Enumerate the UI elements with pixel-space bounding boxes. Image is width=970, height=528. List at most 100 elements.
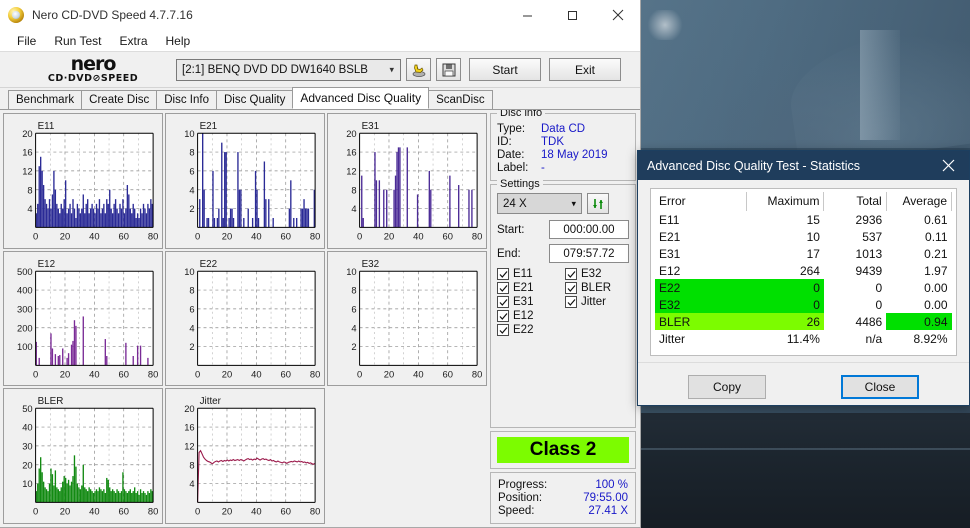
check-mark-icon (497, 296, 509, 308)
minimize-button[interactable] (505, 0, 550, 30)
side-panel: Disc info Type: Data CD ID: TDK Date: 18… (490, 110, 636, 524)
column-header-average: Average (886, 192, 953, 211)
checkbox-e11[interactable]: E11 (497, 268, 561, 280)
tab-create-disc[interactable]: Create Disc (81, 90, 158, 109)
cell-total: 0 (875, 280, 883, 295)
svg-text:0: 0 (195, 369, 200, 380)
checkbox-e31[interactable]: E31 (497, 296, 561, 308)
svg-text:8: 8 (351, 185, 356, 196)
cell-error: E31 (659, 246, 681, 261)
checkbox-label: BLER (581, 282, 612, 294)
title-bar: Nero CD-DVD Speed 4.7.7.16 (0, 0, 640, 30)
svg-text:10: 10 (184, 266, 194, 277)
checkbox-e22[interactable]: E22 (497, 324, 561, 336)
statistics-body: Error Maximum Total Average E11 15 2936 0.6… (638, 180, 969, 356)
chart-e22: 2 4 6 8 10 0 20 40 60 80 E22 (165, 250, 325, 387)
maximize-button[interactable] (550, 0, 595, 30)
chart-e12: 100 200 300 400 500 0 20 40 60 80 E12 (3, 250, 163, 387)
speed-select[interactable]: 24 X ▾ (497, 193, 582, 214)
svg-text:60: 60 (119, 369, 129, 380)
refresh-button[interactable] (587, 193, 609, 214)
copy-button[interactable]: Copy (688, 374, 766, 399)
svg-text:8: 8 (189, 461, 194, 472)
tab-disc-info[interactable]: Disc Info (156, 90, 217, 109)
checkbox-jitter[interactable]: Jitter (565, 296, 629, 308)
check-mark-icon (497, 324, 509, 336)
menu-item-file[interactable]: File (8, 32, 45, 50)
close-button[interactable] (595, 0, 640, 30)
table-row: E11 15 2936 0.61 (655, 211, 952, 228)
checkbox-bler[interactable]: BLER (565, 282, 629, 294)
disc-info-value: TDK (541, 136, 564, 148)
svg-text:40: 40 (251, 231, 261, 242)
check-mark-icon (497, 310, 509, 322)
svg-text:20: 20 (222, 507, 232, 518)
table-row: BLER 26 4486 0.94 (655, 313, 952, 330)
checkbox-e12[interactable]: E12 (497, 310, 561, 322)
disc-info-row-id: ID: TDK (497, 136, 629, 148)
floppy-save-button[interactable] (436, 58, 461, 81)
check-mark-icon (497, 268, 509, 280)
svg-text:40: 40 (251, 369, 261, 380)
start-input[interactable]: 000:00.00 (549, 220, 629, 239)
cell-error: Jitter (659, 331, 686, 346)
svg-text:80: 80 (310, 369, 320, 380)
statistics-dialog-title: Advanced Disc Quality Test - Statistics (647, 158, 861, 173)
svg-text:60: 60 (119, 507, 129, 518)
svg-text:BLER: BLER (38, 396, 64, 407)
svg-text:20: 20 (346, 129, 356, 140)
svg-text:12: 12 (346, 166, 356, 177)
menu-item-run-test[interactable]: Run Test (45, 32, 110, 50)
tab-benchmark[interactable]: Benchmark (8, 90, 83, 109)
cell-average: 0.61 (924, 212, 948, 227)
disc-info-key: Date: (497, 149, 525, 161)
statistics-table-wrap: Error Maximum Total Average E11 15 2936 0.6… (650, 188, 957, 356)
wallpaper-shape (640, 413, 970, 528)
cell-total: n/a (865, 331, 883, 346)
progress-value: 100 % (595, 479, 628, 491)
svg-text:60: 60 (443, 231, 453, 242)
menu-item-extra[interactable]: Extra (110, 32, 156, 50)
wallpaper-shape (700, 60, 900, 150)
svg-text:16: 16 (22, 148, 32, 159)
chart-e21: 2 4 6 8 10 0 20 40 60 80 E21 (165, 113, 325, 249)
svg-text:6: 6 (189, 166, 194, 177)
checkbox-label: E11 (513, 268, 533, 280)
menu-item-help[interactable]: Help (157, 32, 200, 50)
cell-maximum: 0 (746, 279, 824, 296)
start-button[interactable]: Start (469, 58, 541, 81)
disc-info-row-date: Date: 18 May 2019 (497, 149, 629, 161)
drive-select[interactable]: [2:1] BENQ DVD DD DW1640 BSLB ▾ (176, 58, 401, 81)
start-label: Start: (497, 223, 525, 236)
end-field-row: End: 079:57.72 (497, 244, 629, 263)
nero-cd-dvd-speed-window: Nero CD-DVD Speed 4.7.7.16 File Run Test… (0, 0, 641, 528)
cell-total: 537 (862, 229, 883, 244)
eject-disc-button[interactable] (406, 58, 431, 81)
close-dialog-button[interactable]: Close (841, 374, 919, 399)
svg-text:80: 80 (310, 507, 320, 518)
cell-error: E12 (659, 263, 681, 278)
svg-text:E12: E12 (38, 259, 56, 270)
svg-text:4: 4 (189, 185, 194, 196)
tab-advanced-disc-quality[interactable]: Advanced Disc Quality (292, 87, 430, 109)
end-input[interactable]: 079:57.72 (549, 244, 629, 263)
checkbox-e32[interactable]: E32 (565, 268, 629, 280)
nero-app-icon (8, 7, 24, 23)
tab-disc-quality[interactable]: Disc Quality (216, 90, 294, 109)
exit-button[interactable]: Exit (549, 58, 621, 81)
settings-group: Settings 24 X ▾ Start: 000:00.00 End: 07… (490, 178, 636, 428)
class-result-box: Class 2 (490, 431, 636, 469)
statistics-close-button[interactable] (927, 151, 969, 180)
table-row: E22 0 0 0.00 (655, 279, 952, 296)
checkbox-label: E12 (513, 310, 534, 322)
checkbox-e21[interactable]: E21 (497, 282, 561, 294)
speed-row-status: Speed: 27.41 X (498, 505, 628, 517)
tab-scandisc[interactable]: ScanDisc (428, 90, 493, 109)
cell-error: E32 (655, 296, 747, 313)
svg-text:16: 16 (184, 423, 194, 434)
svg-text:0: 0 (357, 369, 362, 380)
position-row: Position: 79:55.00 (498, 492, 628, 504)
svg-text:8: 8 (27, 185, 32, 196)
position-value: 79:55.00 (583, 492, 628, 504)
svg-text:8: 8 (189, 285, 194, 296)
